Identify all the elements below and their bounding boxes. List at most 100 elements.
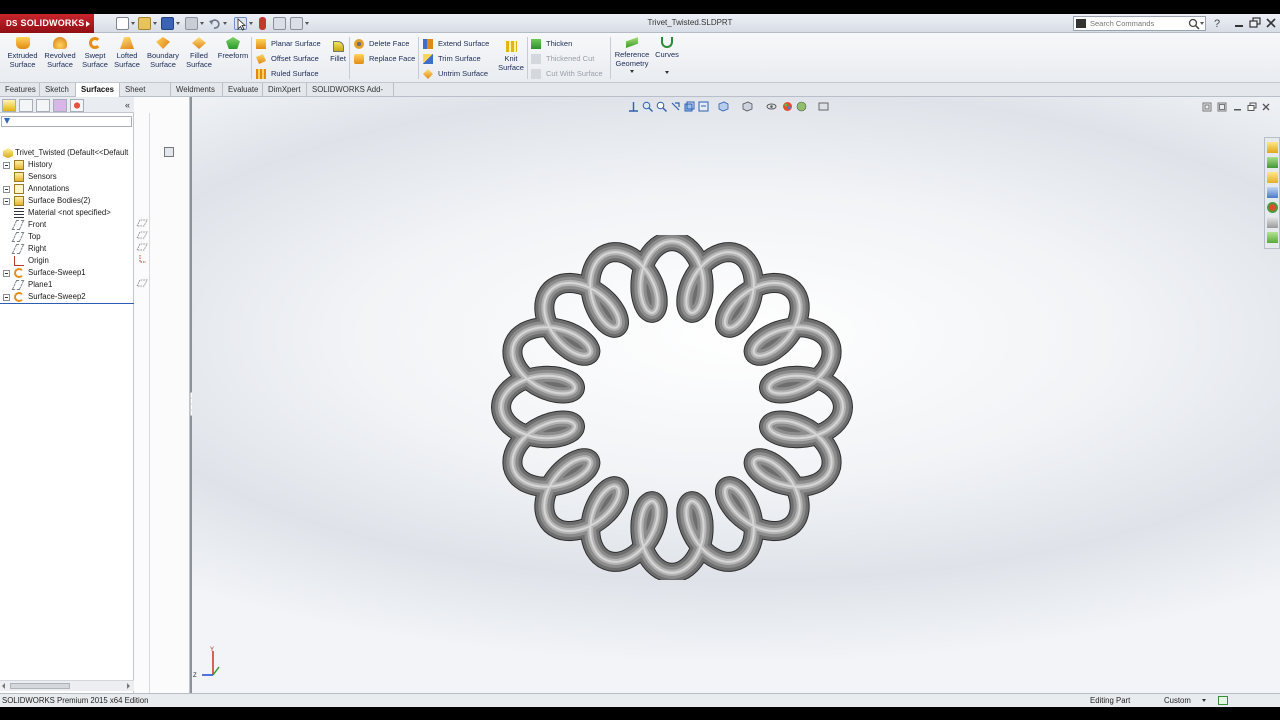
- dynamic-annotation-views-icon[interactable]: [698, 101, 709, 112]
- appearances-scenes-icon[interactable]: [1267, 202, 1278, 213]
- property-manager-tab-icon[interactable]: [19, 99, 33, 112]
- view-orientation-triad-icon[interactable]: [628, 101, 639, 112]
- tab-surfaces[interactable]: Surfaces: [76, 83, 120, 97]
- fillet-button[interactable]: Fillet: [327, 41, 349, 63]
- tab-sheet-metal[interactable]: Sheet Metal: [120, 83, 171, 107]
- origin-hidden-icon[interactable]: [137, 254, 147, 264]
- search-dropdown-icon[interactable]: [1200, 22, 1204, 25]
- minimize-window-button[interactable]: [1232, 16, 1247, 30]
- viewport-tile-icon[interactable]: [1202, 102, 1212, 112]
- zoom-to-fit-icon[interactable]: [642, 101, 653, 112]
- view-orientation-icon[interactable]: [718, 101, 729, 112]
- feature-tree-horizontal-scrollbar[interactable]: [0, 680, 134, 691]
- edit-appearance-icon[interactable]: [782, 101, 793, 112]
- tree-item-sensors[interactable]: Sensors: [0, 171, 134, 183]
- tree-item-top[interactable]: Top: [0, 231, 134, 243]
- solidworks-resources-icon[interactable]: [1267, 142, 1278, 153]
- document-minimize-icon[interactable]: [1233, 102, 1243, 112]
- curves-button[interactable]: Curves: [653, 37, 681, 74]
- view-palette-icon[interactable]: [1267, 187, 1278, 198]
- rebuild-icon[interactable]: [259, 17, 266, 30]
- file-explorer-icon[interactable]: [1267, 172, 1278, 183]
- design-library-icon[interactable]: [1267, 157, 1278, 168]
- display-style-icon[interactable]: [742, 101, 753, 112]
- help-icon[interactable]: ?: [1211, 16, 1226, 30]
- graphics-area[interactable]: Y Z: [192, 97, 1280, 693]
- options-icon[interactable]: [290, 17, 303, 30]
- front-plane-hidden-icon[interactable]: [136, 218, 148, 228]
- reference-geometry-dropdown-icon[interactable]: [630, 70, 634, 73]
- tab-solidworks-add-ins[interactable]: SOLIDWORKS Add-Ins: [307, 83, 394, 107]
- ruled-surface-button[interactable]: Ruled Surface: [256, 67, 319, 80]
- undo-dropdown-icon[interactable]: [223, 22, 227, 25]
- tree-item-material-not-specified[interactable]: Material <not specified>: [0, 207, 134, 219]
- collapse-panel-icon[interactable]: «: [125, 100, 130, 110]
- expand-toggle-icon[interactable]: [3, 270, 10, 277]
- options-dropdown-icon[interactable]: [305, 22, 309, 25]
- tree-item-annotations[interactable]: Annotations: [0, 183, 134, 195]
- open-dropdown-icon[interactable]: [153, 22, 157, 25]
- document-restore-icon[interactable]: [1247, 102, 1257, 112]
- curves-dropdown-icon[interactable]: [665, 71, 669, 74]
- replace-face-button[interactable]: Replace Face: [354, 52, 415, 65]
- hide-show-items-icon[interactable]: [766, 101, 777, 112]
- viewport-split-icon[interactable]: [1217, 102, 1227, 112]
- tree-item-plane1[interactable]: Plane1: [0, 279, 134, 291]
- feature-tree-filter[interactable]: [1, 116, 132, 127]
- tree-root-part[interactable]: Trivet_Twisted (Default<<Default: [0, 147, 134, 159]
- thicken-button[interactable]: Thicken: [531, 37, 572, 50]
- tree-item-origin[interactable]: Origin: [0, 255, 134, 267]
- select-arrow-icon[interactable]: [234, 17, 247, 31]
- select-dropdown-icon[interactable]: [249, 22, 253, 25]
- tree-item-history[interactable]: History: [0, 159, 134, 171]
- tree-item-surface-sweep2[interactable]: Surface-Sweep2: [0, 291, 134, 304]
- previous-view-icon[interactable]: [670, 101, 681, 112]
- unit-system-selector[interactable]: Custom: [1164, 694, 1191, 707]
- expand-toggle-icon[interactable]: [3, 186, 10, 193]
- lofted-surface-button[interactable]: Lofted Surface: [111, 37, 143, 69]
- zoom-to-area-icon[interactable]: [656, 101, 667, 112]
- open-folder-icon[interactable]: [138, 17, 151, 30]
- undo-icon[interactable]: [208, 17, 221, 30]
- scroll-right-icon[interactable]: [127, 683, 130, 689]
- freeform-button[interactable]: Freeform: [216, 37, 250, 60]
- tab-features[interactable]: Features: [0, 83, 40, 96]
- tree-item-right[interactable]: Right: [0, 243, 134, 255]
- swept-surface-button[interactable]: Swept Surface: [79, 37, 111, 69]
- tab-sketch[interactable]: Sketch: [40, 83, 76, 96]
- search-commands-box[interactable]: [1073, 16, 1206, 31]
- unit-system-dropdown-icon[interactable]: [1202, 699, 1206, 702]
- extend-surface-button[interactable]: Extend Surface: [423, 37, 489, 50]
- dimxpert-manager-tab-icon[interactable]: [53, 99, 67, 112]
- quick-tips-icon[interactable]: [1218, 696, 1228, 705]
- expand-toggle-icon[interactable]: [3, 294, 10, 301]
- right-plane-hidden-icon[interactable]: [136, 242, 148, 252]
- save-icon[interactable]: [161, 17, 174, 30]
- tree-item-surface-bodies-2[interactable]: Surface Bodies(2): [0, 195, 134, 207]
- scrollbar-thumb[interactable]: [10, 683, 70, 689]
- apply-scene-icon[interactable]: [796, 101, 807, 112]
- expand-toggle-icon[interactable]: [3, 198, 10, 205]
- section-view-icon[interactable]: [684, 101, 695, 112]
- reference-geometry-button[interactable]: Reference Geometry: [613, 37, 651, 73]
- untrim-surface-button[interactable]: Untrim Surface: [423, 67, 488, 80]
- feature-manager-tab-icon[interactable]: [2, 99, 16, 112]
- tab-evaluate[interactable]: Evaluate: [223, 83, 263, 96]
- delete-face-button[interactable]: Delete Face: [354, 37, 409, 50]
- print-dropdown-icon[interactable]: [200, 22, 204, 25]
- custom-properties-icon[interactable]: [1267, 217, 1278, 228]
- boundary-surface-button[interactable]: Boundary Surface: [144, 37, 182, 69]
- scroll-left-icon[interactable]: [2, 683, 5, 689]
- trim-surface-button[interactable]: Trim Surface: [423, 52, 481, 65]
- solidworks-menu-button[interactable]: DS SOLIDWORKS: [0, 14, 94, 33]
- new-dropdown-icon[interactable]: [131, 22, 135, 25]
- offset-surface-button[interactable]: Offset Surface: [256, 52, 319, 65]
- revolved-surface-button[interactable]: Revolved Surface: [42, 37, 78, 69]
- knit-surface-button[interactable]: Knit Surface: [496, 41, 526, 72]
- tree-item-surface-sweep1[interactable]: Surface-Sweep1: [0, 267, 134, 279]
- planar-surface-button[interactable]: Planar Surface: [256, 37, 321, 50]
- search-icon[interactable]: [1188, 18, 1200, 30]
- extruded-surface-button[interactable]: Extruded Surface: [4, 37, 41, 69]
- search-input[interactable]: [1090, 18, 1186, 29]
- close-window-button[interactable]: [1264, 16, 1279, 30]
